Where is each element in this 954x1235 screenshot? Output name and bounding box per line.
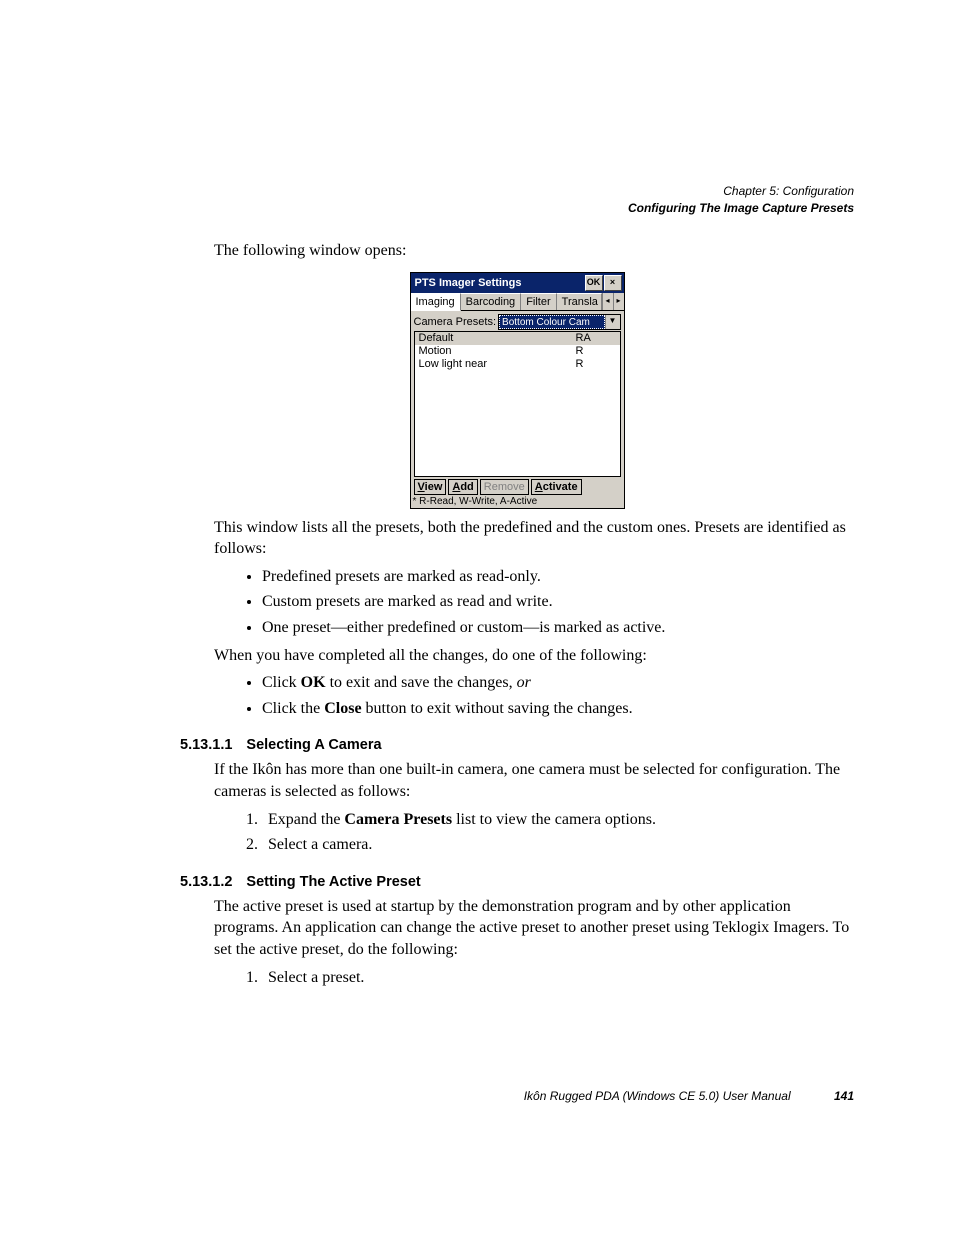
preset-flags: RA: [572, 332, 620, 345]
presets-listbox[interactable]: Default RA Motion R Low light near R: [414, 331, 621, 477]
preset-flags: R: [572, 345, 620, 358]
bullet-item: Predefined presets are marked as read-on…: [262, 566, 854, 588]
tab-scroll-right[interactable]: ▸: [613, 293, 624, 310]
camera-presets-dropdown[interactable]: Bottom Colour Cam ▼: [498, 314, 620, 330]
tab-filter[interactable]: Filter: [521, 293, 556, 310]
section-heading-2: 5.13.1.2 Setting The Active Preset: [180, 874, 854, 890]
tab-strip: Imaging Barcoding Filter Transla ◂ ▸: [411, 293, 624, 311]
intro-text: The following window opens:: [214, 240, 854, 262]
window-toolbar: View Add Remove Activate: [414, 479, 621, 495]
bullet-list-1: Predefined presets are marked as read-on…: [214, 566, 854, 639]
bullet-item: Custom presets are marked as read and wr…: [262, 591, 854, 613]
header-section: Configuring The Image Capture Presets: [628, 200, 854, 217]
close-button[interactable]: ×: [604, 275, 622, 291]
tab-translate[interactable]: Transla: [557, 293, 602, 310]
section-title: Setting The Active Preset: [246, 874, 420, 890]
preset-flags: R: [572, 358, 620, 371]
section-heading-1: 5.13.1.1 Selecting A Camera: [180, 737, 854, 753]
bullet-list-2: Click OK to exit and save the changes, o…: [214, 672, 854, 719]
paragraph: If the Ikôn has more than one built-in c…: [214, 759, 854, 802]
list-item: Low light near R: [415, 358, 620, 371]
section-number: 5.13.1.1: [180, 737, 232, 753]
paragraph: This window lists all the presets, both …: [214, 517, 854, 560]
bullet-item: Click OK to exit and save the changes, o…: [262, 672, 854, 694]
section-1-body: If the Ikôn has more than one built-in c…: [214, 759, 854, 855]
list-step: Expand the Camera Presets list to view t…: [262, 809, 854, 831]
window-titlebar: PTS Imager Settings OK ×: [411, 273, 624, 293]
footer-text: Ikôn Rugged PDA (Windows CE 5.0) User Ma…: [524, 1089, 791, 1103]
window-legend: * R-Read, W-Write, A-Active: [411, 496, 624, 508]
page: Chapter 5: Configuration Configuring The…: [0, 0, 954, 1235]
tab-barcoding[interactable]: Barcoding: [461, 293, 522, 310]
paragraph: The active preset is used at startup by …: [214, 896, 854, 961]
tab-scroll-left[interactable]: ◂: [602, 293, 613, 310]
paragraph: When you have completed all the changes,…: [214, 645, 854, 667]
page-header: Chapter 5: Configuration Configuring The…: [628, 183, 854, 217]
section-title: Selecting A Camera: [246, 737, 381, 753]
numbered-list-2: Select a preset.: [214, 967, 854, 989]
activate-button[interactable]: Activate: [531, 479, 582, 495]
window-title: PTS Imager Settings: [415, 277, 584, 289]
tab-imaging[interactable]: Imaging: [411, 293, 461, 311]
preset-name[interactable]: Low light near: [415, 358, 572, 371]
page-number: 141: [834, 1089, 854, 1103]
camera-presets-label: Camera Presets:: [414, 316, 497, 328]
numbered-list-1: Expand the Camera Presets list to view t…: [214, 809, 854, 856]
section-2-body: The active preset is used at startup by …: [214, 896, 854, 988]
dropdown-value: Bottom Colour Cam: [499, 315, 604, 329]
window-panel: Camera Presets: Bottom Colour Cam ▼ Defa…: [411, 311, 624, 496]
list-item: Default RA: [415, 332, 620, 345]
view-button[interactable]: View: [414, 479, 447, 495]
body-content: This window lists all the presets, both …: [214, 517, 854, 720]
camera-presets-row: Camera Presets: Bottom Colour Cam ▼: [414, 314, 621, 330]
list-step: Select a camera.: [262, 834, 854, 856]
remove-button: Remove: [480, 479, 529, 495]
ok-button[interactable]: OK: [585, 275, 603, 291]
preset-name[interactable]: Default: [415, 332, 572, 345]
dropdown-arrow-icon: ▼: [605, 315, 620, 329]
list-step: Select a preset.: [262, 967, 854, 989]
preset-name[interactable]: Motion: [415, 345, 572, 358]
bullet-item: One preset—either predefined or custom—i…: [262, 617, 854, 639]
section-number: 5.13.1.2: [180, 874, 232, 890]
page-footer: Ikôn Rugged PDA (Windows CE 5.0) User Ma…: [0, 1089, 854, 1103]
add-button[interactable]: Add: [448, 479, 477, 495]
pts-imager-window: PTS Imager Settings OK × Imaging Barcodi…: [410, 272, 625, 509]
header-chapter: Chapter 5: Configuration: [628, 183, 854, 200]
list-item: Motion R: [415, 345, 620, 358]
bullet-item: Click the Close button to exit without s…: [262, 698, 854, 720]
